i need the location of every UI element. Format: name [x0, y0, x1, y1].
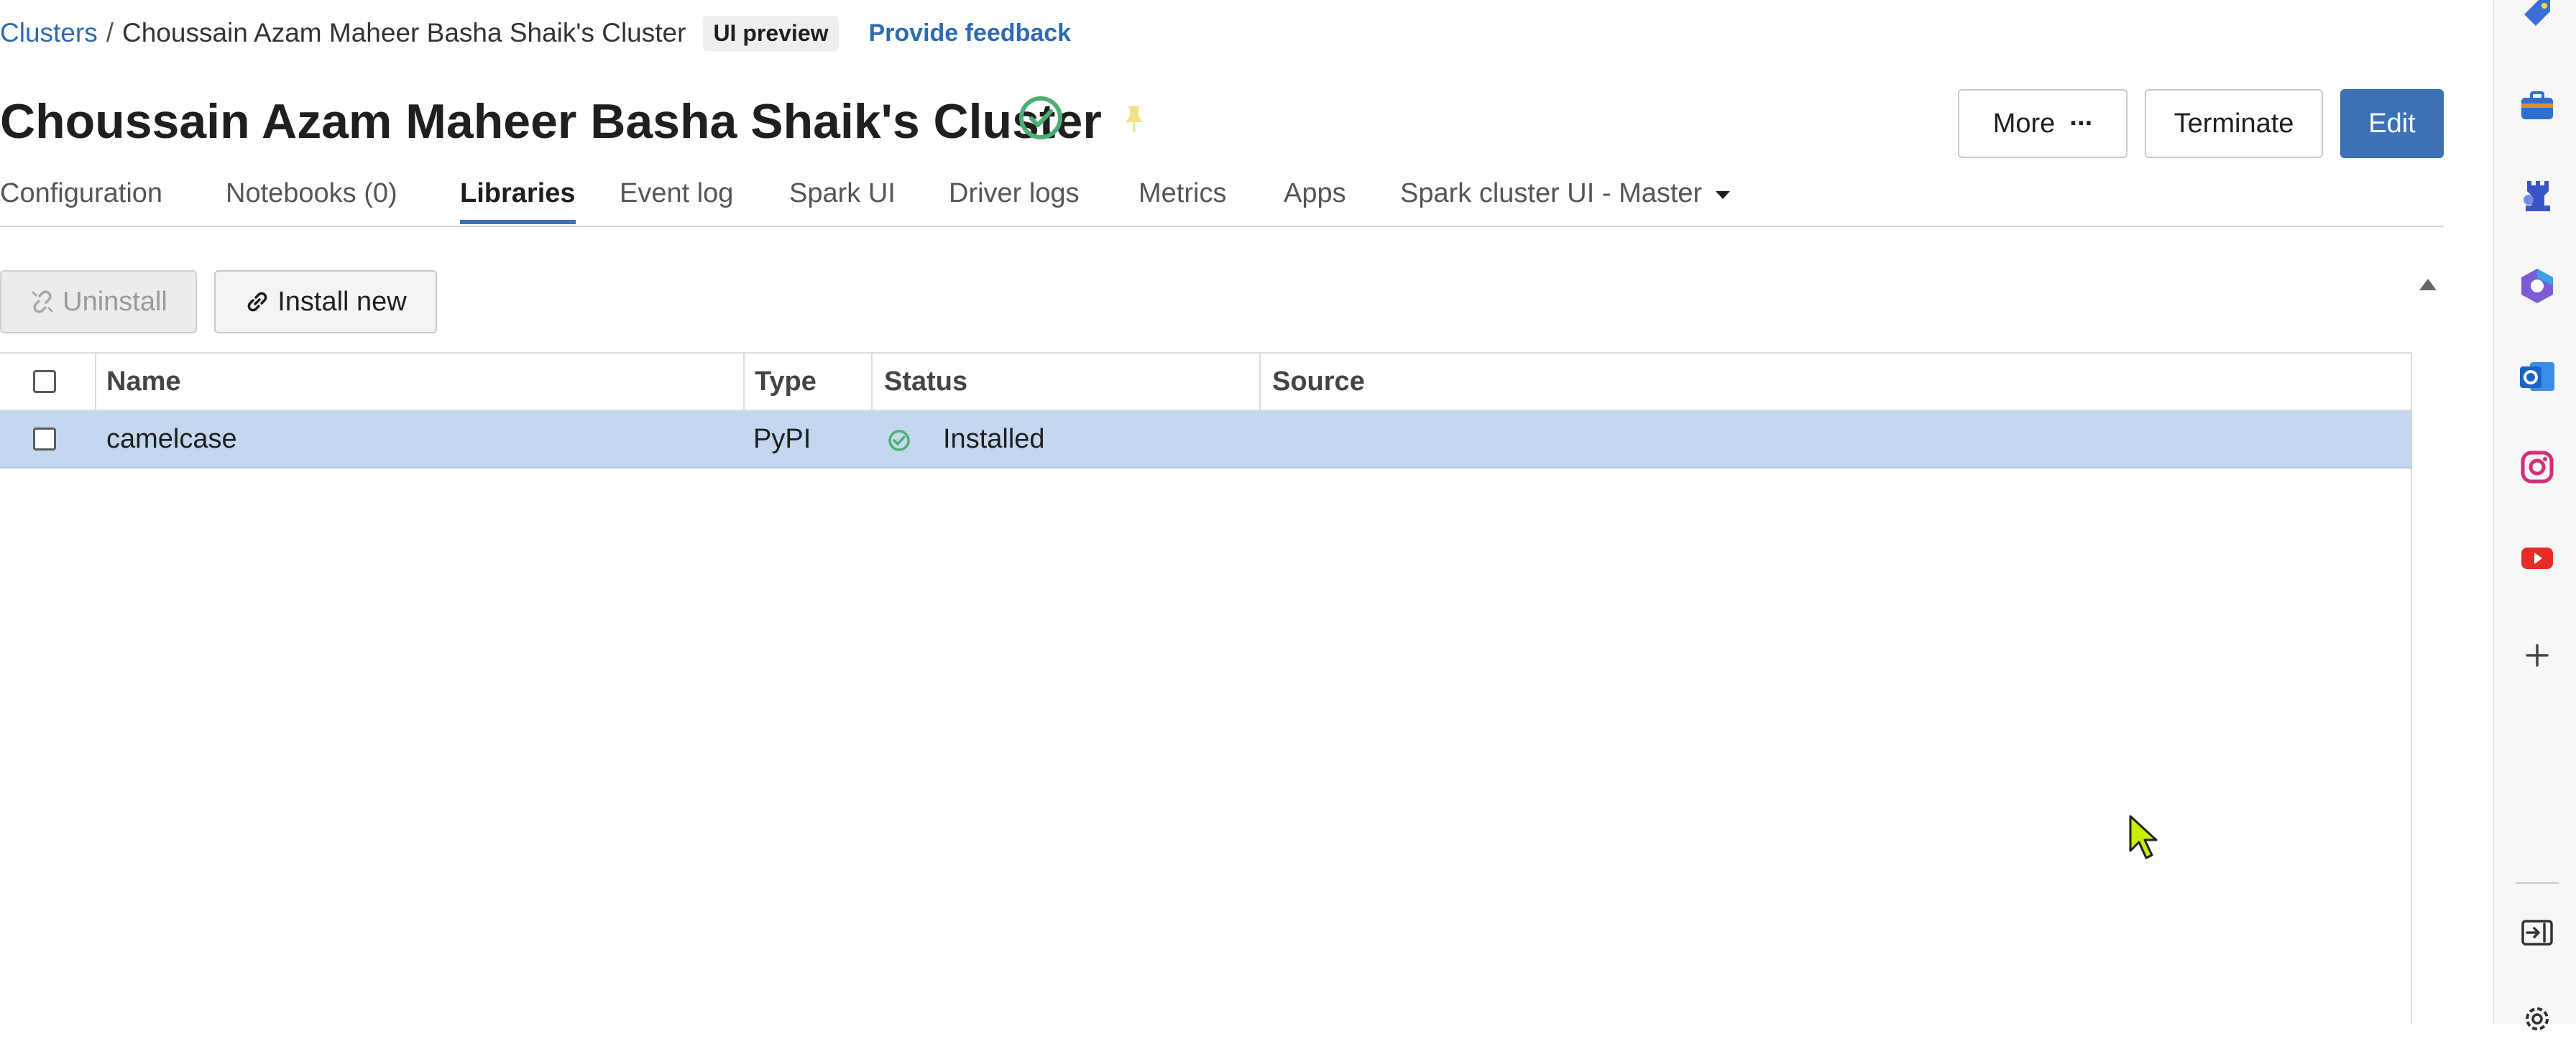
install-new-label: Install new	[277, 286, 407, 317]
breadcrumb-separator: /	[106, 18, 114, 47]
installed-check-icon	[888, 430, 910, 451]
page-title: Choussain Azam Maheer Basha Shaik's Clus…	[0, 94, 1102, 149]
youtube-icon[interactable]	[2517, 537, 2557, 578]
mouse-cursor-icon	[2129, 815, 2158, 859]
briefcase-icon[interactable]	[2517, 86, 2557, 126]
unlink-icon	[32, 290, 53, 313]
add-icon[interactable]	[2517, 635, 2557, 675]
caret-down-icon	[1715, 190, 1730, 199]
row-name: camelcase	[106, 424, 237, 454]
sidebar-collapse-icon[interactable]	[2517, 913, 2557, 953]
edit-button[interactable]: Edit	[2340, 89, 2444, 158]
link-icon	[247, 292, 267, 312]
more-button[interactable]: More ···	[1958, 89, 2128, 158]
settings-gear-icon[interactable]	[2517, 999, 2557, 1039]
tab-event-log[interactable]: Event log	[620, 172, 733, 224]
row-checkbox[interactable]	[33, 428, 56, 451]
tab-apps[interactable]: Apps	[1284, 172, 1346, 224]
tab-libraries[interactable]: Libraries	[460, 172, 576, 224]
column-header-type[interactable]: Type	[755, 354, 816, 410]
breadcrumb-current: Choussain Azam Maheer Basha Shaik's Clus…	[121, 18, 686, 47]
libraries-table: Name Type Status Source camelcase PyPI I…	[0, 352, 2412, 468]
browser-sidebar	[2493, 0, 2576, 1030]
select-all-checkbox[interactable]	[33, 370, 56, 393]
uninstall-button[interactable]: Uninstall	[0, 270, 197, 333]
tab-spark-cluster-ui-label: Spark cluster UI - Master	[1400, 178, 1703, 208]
tab-bar: Configuration Notebooks (0) Libraries Ev…	[0, 172, 2444, 227]
uninstall-label: Uninstall	[63, 286, 167, 317]
instagram-icon[interactable]	[2517, 447, 2557, 487]
outlook-icon[interactable]	[2517, 356, 2557, 397]
breadcrumb: Clusters / Choussain Azam Maheer Basha S…	[0, 15, 1072, 51]
row-type: PyPI	[753, 424, 811, 454]
tab-metrics[interactable]: Metrics	[1138, 172, 1226, 224]
install-new-button[interactable]: Install new	[214, 270, 437, 333]
scroll-up-arrow-icon[interactable]	[2419, 279, 2437, 290]
more-dots-icon: ···	[2069, 108, 2094, 139]
provide-feedback-link[interactable]: Provide feedback	[869, 19, 1072, 47]
pin-icon[interactable]	[1118, 103, 1150, 135]
table-row[interactable]: camelcase PyPI Installed	[0, 411, 2412, 468]
check-circle-icon	[1019, 96, 1062, 139]
tab-notebooks[interactable]: Notebooks (0)	[226, 172, 397, 224]
tab-spark-cluster-ui-master[interactable]: Spark cluster UI - Master	[1400, 172, 1731, 224]
table-header: Name Type Status Source	[0, 352, 2412, 411]
tag-icon[interactable]	[2517, 0, 2557, 34]
ui-preview-badge: UI preview	[703, 15, 839, 51]
breadcrumb-clusters-link[interactable]: Clusters	[0, 18, 98, 48]
copilot-icon[interactable]	[2517, 266, 2557, 306]
tab-driver-logs[interactable]: Driver logs	[949, 172, 1080, 224]
tab-spark-ui[interactable]: Spark UI	[789, 172, 896, 224]
column-header-name[interactable]: Name	[106, 354, 181, 410]
tab-configuration[interactable]: Configuration	[0, 172, 162, 224]
row-status: Installed	[943, 424, 1045, 454]
column-header-status[interactable]: Status	[884, 354, 967, 410]
more-button-label: More	[1992, 108, 2056, 139]
column-header-source[interactable]: Source	[1272, 354, 1365, 410]
chess-rook-icon[interactable]	[2517, 175, 2557, 216]
terminate-button[interactable]: Terminate	[2145, 89, 2323, 158]
